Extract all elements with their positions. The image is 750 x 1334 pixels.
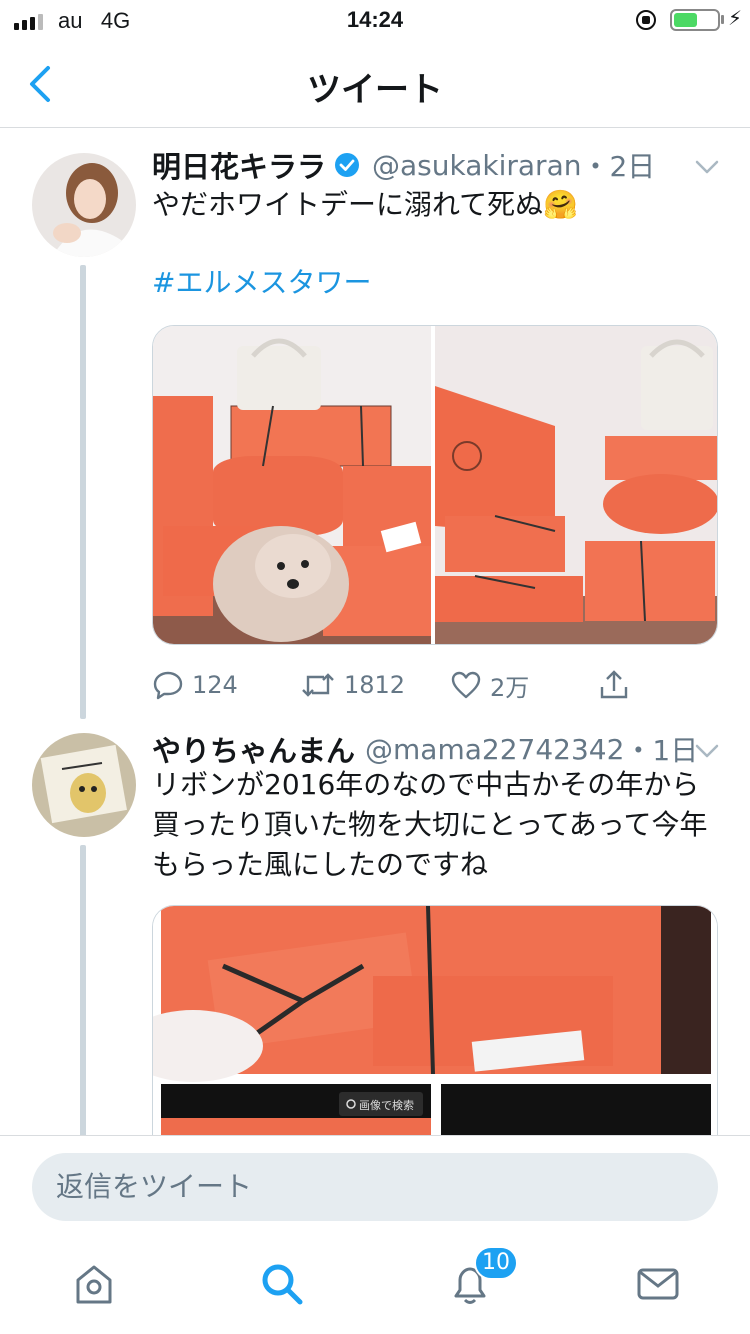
reply-input[interactable]: 返信をツイート xyxy=(32,1153,718,1221)
reply-bar: 返信をツイート xyxy=(0,1135,750,1240)
battery-icon xyxy=(670,9,720,31)
battery-level xyxy=(674,13,697,27)
share-button[interactable] xyxy=(598,665,630,705)
like-count: 2万 xyxy=(490,673,530,702)
reply-icon xyxy=(153,671,183,700)
handle[interactable]: @asukakiraran xyxy=(372,149,581,182)
notification-badge: 10 xyxy=(474,1246,518,1280)
thread-line xyxy=(80,845,86,1135)
heart-icon xyxy=(451,671,481,699)
retweet-count: 1812 xyxy=(344,671,406,699)
charging-icon: ⚡ xyxy=(728,6,743,30)
retweet-button[interactable]: 1812 xyxy=(300,665,405,705)
display-name[interactable]: 明日花キララ xyxy=(152,144,326,186)
tweet-actions: 124 1812 2万 xyxy=(152,665,722,705)
reply-count: 124 xyxy=(192,671,238,699)
photo-3[interactable]: 画像で検索 xyxy=(153,906,718,1135)
tweet-text-line: リボンが2016年のなので中古かその年から xyxy=(152,768,700,801)
image-search-label: 画像で検索 xyxy=(359,1098,414,1112)
media-grid[interactable] xyxy=(152,325,718,645)
tweet-header: やりちゃんまん @mama22742342 ・1日 xyxy=(152,728,698,770)
timestamp: ・2日 xyxy=(581,150,656,183)
tweet-2[interactable]: やりちゃんまん @mama22742342 ・1日 リボンが2016年のなので中… xyxy=(0,719,750,1135)
tweet-thread[interactable]: 明日花キララ @asukakiraran ・2日 やだホワイトデーに溺れて死ぬ🤗… xyxy=(0,129,750,1135)
photo-2[interactable] xyxy=(435,326,717,644)
status-bar: au 4G 14:24 ⚡ xyxy=(0,0,750,40)
hashtag-link[interactable]: #エルメスタワー xyxy=(152,263,722,303)
search-icon[interactable] xyxy=(258,1260,306,1308)
retweet-icon xyxy=(302,673,334,697)
tweet-text: やだホワイトデーに溺れて死ぬ🤗 xyxy=(152,188,579,221)
tweet-header: 明日花キララ @asukakiraran ・2日 xyxy=(152,145,690,185)
handle[interactable]: @mama22742342 xyxy=(365,733,624,766)
like-button[interactable]: 2万 xyxy=(450,665,529,705)
share-icon xyxy=(600,670,628,699)
nav-bar: ツイート xyxy=(0,40,750,128)
tab-bar: 10 xyxy=(0,1240,750,1334)
home-icon[interactable] xyxy=(70,1260,118,1308)
timestamp: ・1日 xyxy=(624,734,699,767)
avatar[interactable] xyxy=(32,733,136,837)
chevron-down-icon[interactable] xyxy=(694,741,720,761)
tweet-text: リボンが2016年のなので中古かその年から 買ったり頂いた物を大切にとってあって… xyxy=(152,765,722,885)
thread-line xyxy=(80,265,86,719)
messages-icon[interactable] xyxy=(634,1260,682,1308)
orientation-lock-icon xyxy=(636,10,656,30)
display-name[interactable]: やりちゃんまん xyxy=(152,728,355,770)
reply-button[interactable]: 124 xyxy=(152,665,238,705)
photo-1[interactable] xyxy=(153,326,431,644)
tweet-text-line: 買ったり頂いた物を大切にとってあって今年 xyxy=(152,808,708,841)
tweet-1[interactable]: 明日花キララ @asukakiraran ・2日 やだホワイトデーに溺れて死ぬ🤗… xyxy=(0,129,750,719)
page-title: ツイート xyxy=(307,70,443,110)
tweet-text-line: もらった風にしたのですね xyxy=(152,848,489,881)
avatar[interactable] xyxy=(32,153,136,257)
chevron-down-icon[interactable] xyxy=(694,157,720,177)
battery-cap xyxy=(721,15,724,24)
embedded-image[interactable]: 画像で検索 xyxy=(152,905,718,1135)
verified-badge-icon xyxy=(335,153,360,177)
